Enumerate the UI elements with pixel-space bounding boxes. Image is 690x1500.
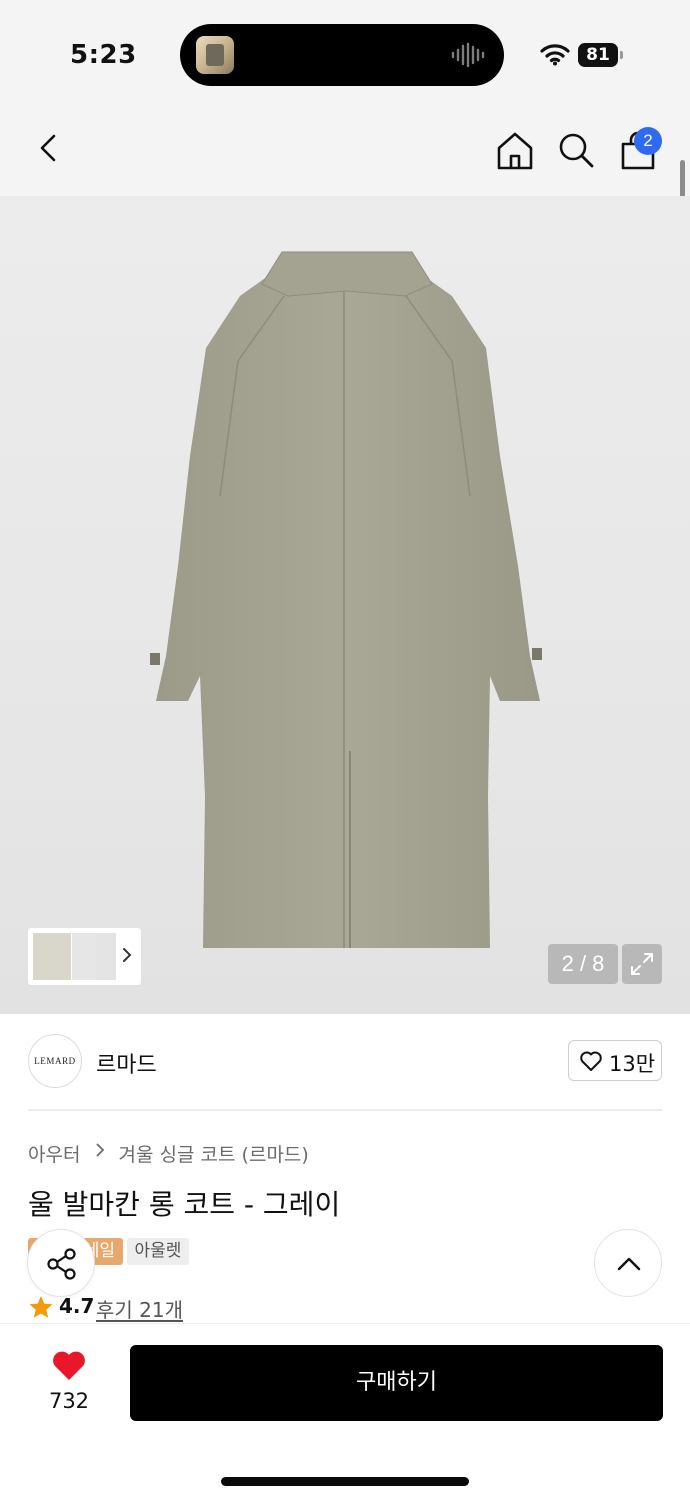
review-count-link[interactable]: 후기 21개 [96, 1294, 183, 1323]
share-button[interactable] [27, 1229, 95, 1297]
brand-like-button[interactable]: 13만 [568, 1040, 662, 1081]
expand-image-button[interactable] [622, 944, 662, 984]
brand-logo[interactable]: LEMARD [28, 1034, 82, 1088]
product-photo-coat [150, 251, 542, 948]
cart-count-badge: 2 [634, 127, 662, 155]
buy-button[interactable]: 구매하기 [130, 1345, 663, 1421]
thumbnail-1[interactable] [33, 933, 71, 980]
image-page-indicator: 2 / 8 [548, 944, 618, 984]
back-chevron-icon[interactable] [30, 128, 70, 168]
chevron-right-icon[interactable] [118, 944, 136, 966]
product-image-gallery[interactable] [0, 196, 690, 1014]
star-icon [29, 1296, 53, 1318]
search-icon[interactable] [556, 130, 596, 170]
heart-outline-icon [580, 1051, 602, 1071]
share-icon [47, 1248, 76, 1280]
outlet-tag: 아울렛 [127, 1238, 189, 1265]
home-icon[interactable] [494, 130, 536, 172]
wishlist-heart-icon[interactable] [51, 1350, 87, 1382]
dynamic-island[interactable] [180, 24, 504, 86]
status-time: 5:23 [70, 40, 137, 70]
now-playing-thumbnail [196, 36, 234, 74]
scroll-to-top-button[interactable] [594, 1229, 662, 1297]
battery-level: 81 [586, 45, 610, 65]
product-title: 울 발마칸 롱 코트 - 그레이 [28, 1188, 341, 1221]
battery-icon: 81 [578, 43, 623, 67]
wishlist-count: 732 [48, 1389, 90, 1413]
expand-icon [631, 953, 653, 975]
home-indicator [221, 1477, 469, 1486]
rating-value: 4.7 [59, 1294, 95, 1318]
thumbnail-3[interactable] [96, 933, 116, 980]
breadcrumb: 아우터 겨울 싱글 코트 (르마드) [28, 1140, 309, 1166]
top-nav-bar [0, 100, 690, 196]
status-bar: 5:23 81 [0, 0, 690, 100]
breadcrumb-item-outer[interactable]: 아우터 [28, 1140, 80, 1167]
thumbnail-2[interactable] [72, 933, 96, 980]
section-divider [28, 1109, 662, 1111]
breadcrumb-chevron-icon [95, 1143, 104, 1157]
brand-like-count: 13만 [609, 1052, 656, 1076]
brand-name[interactable]: 르마드 [96, 1047, 157, 1079]
wifi-icon [540, 44, 570, 66]
chevron-up-icon [617, 1257, 641, 1271]
breadcrumb-item-category[interactable]: 겨울 싱글 코트 (르마드) [119, 1140, 309, 1167]
audio-waveform-icon [451, 42, 485, 68]
